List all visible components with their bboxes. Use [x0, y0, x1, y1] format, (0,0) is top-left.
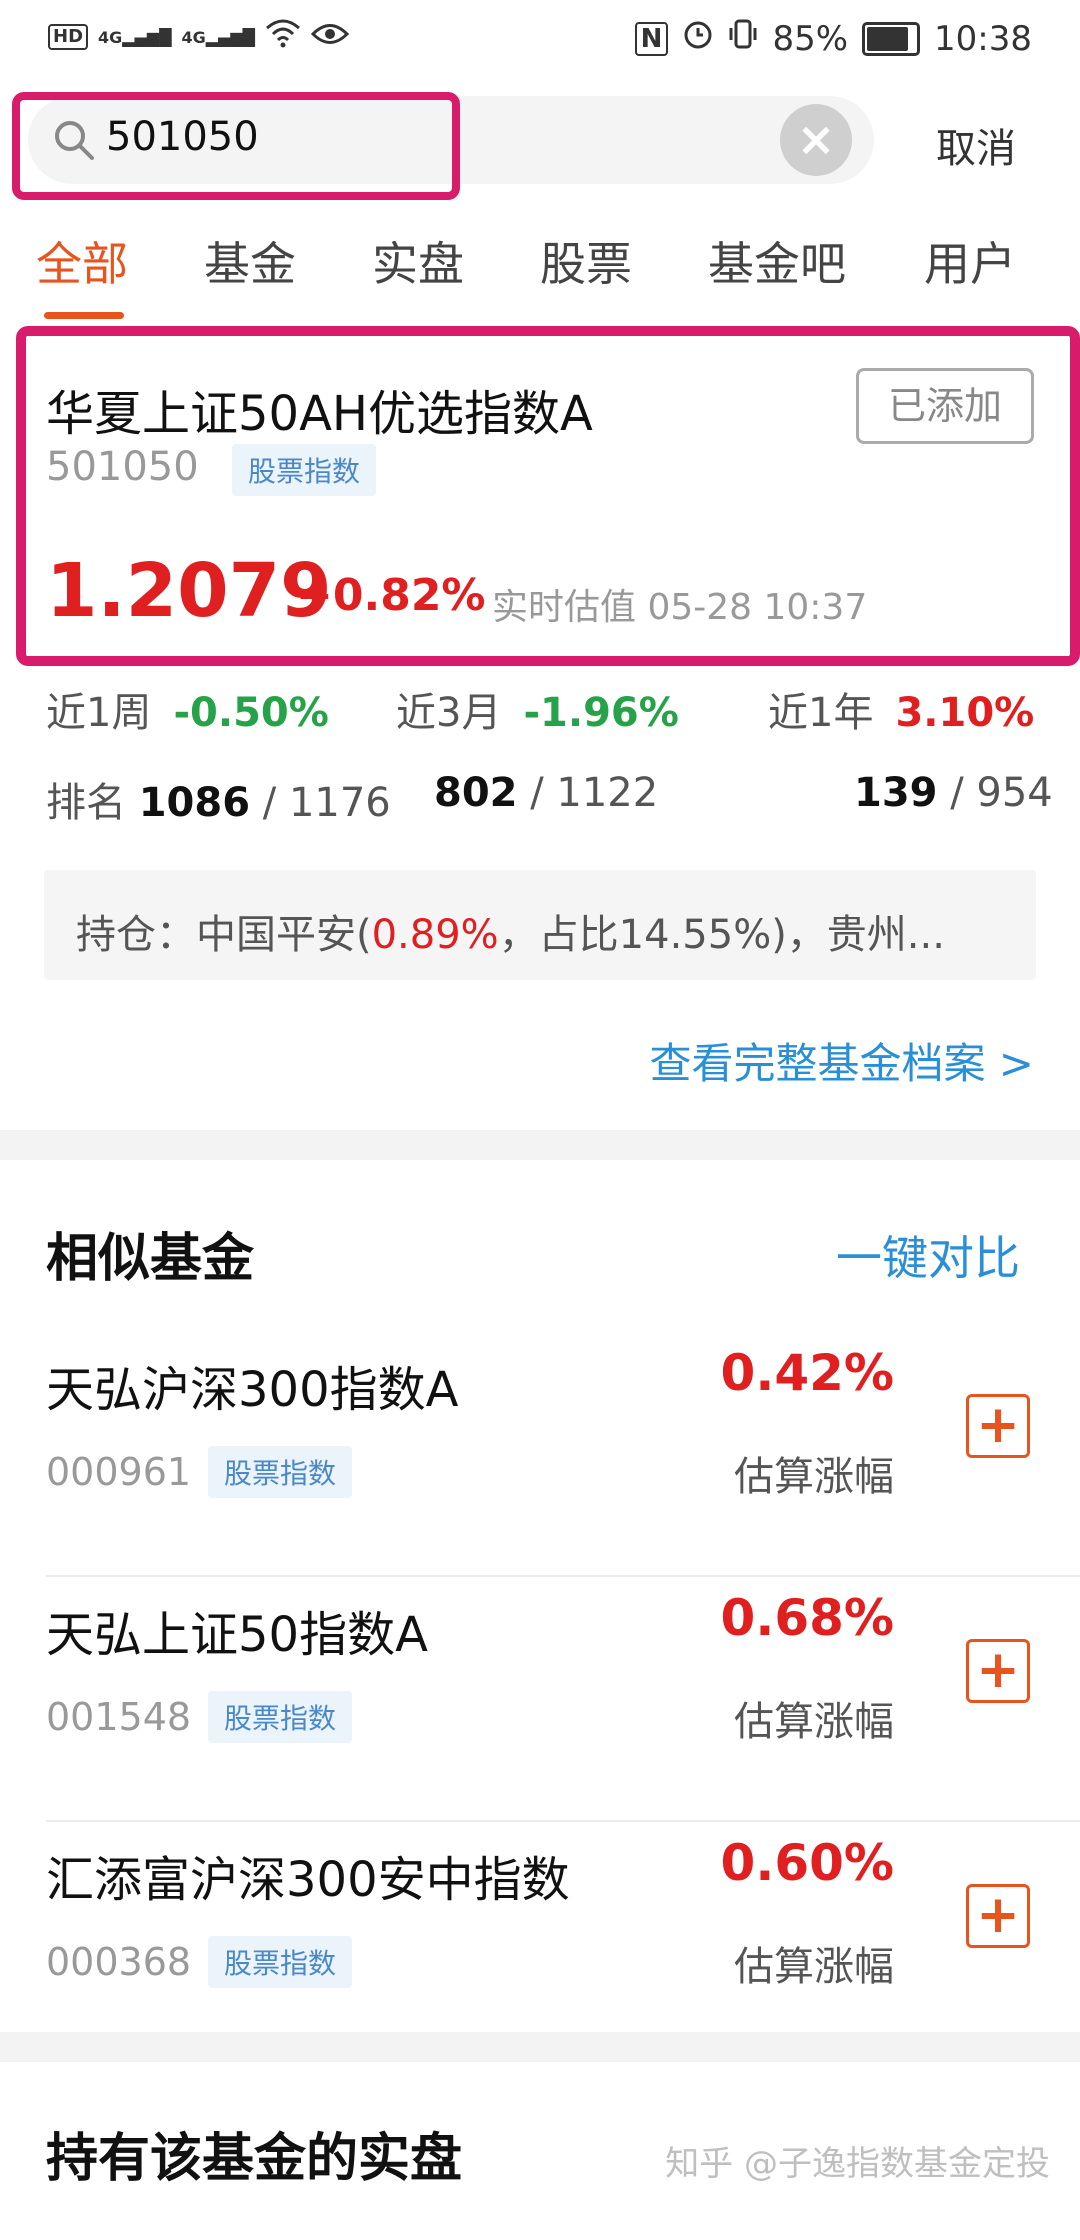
similar-fund-name[interactable]: 天弘沪深300指数A: [46, 1350, 458, 1420]
holdings-text: 持仓：中国平安(0.89%，占比14.55%)，贵州...: [76, 912, 945, 958]
similar-fund-code: 001548: [46, 1695, 192, 1739]
similar-fund-tag: 股票指数: [208, 1446, 353, 1498]
fund-highlight-box: [16, 326, 1080, 666]
section-divider: [0, 2032, 1080, 2062]
similar-fund-code: 000961: [46, 1450, 192, 1494]
section-divider: [0, 1130, 1080, 1160]
holders-section-title: 持有该基金的实盘: [46, 2129, 463, 2189]
add-fund-button[interactable]: +: [966, 1884, 1030, 1948]
search-highlight-box: [12, 92, 460, 200]
vibrate-icon: [728, 18, 758, 59]
hd-icon: HD: [48, 24, 89, 50]
signal-icon: 4G▂▄▆█: [98, 27, 172, 47]
tab-active-indicator: [44, 312, 124, 319]
tab-portfolio[interactable]: 实盘: [372, 228, 464, 294]
watermark: 知乎 @子逸指数基金定投: [665, 2144, 1050, 2184]
nfc-icon: N: [634, 21, 669, 56]
tab-stock[interactable]: 股票: [540, 228, 632, 294]
battery-icon: [862, 21, 921, 56]
similar-fund-tag: 股票指数: [208, 1691, 353, 1743]
cancel-button[interactable]: 取消: [936, 116, 1016, 174]
eye-icon: [310, 20, 350, 55]
rank-3m: 802 / 1122: [434, 770, 659, 816]
battery-percent: 85%: [772, 18, 849, 59]
compare-button[interactable]: 一键对比: [836, 1222, 1020, 1288]
clear-search-button[interactable]: ×: [780, 104, 852, 176]
status-right-icons: N 85% 10:38: [634, 18, 1032, 59]
perf-1y: 近1年 3.10%: [768, 690, 1035, 736]
tab-fund[interactable]: 基金: [204, 228, 296, 294]
tab-fund-forum[interactable]: 基金吧: [708, 228, 846, 294]
perf-1w: 近1周 -0.50%: [46, 690, 329, 736]
perf-3m: 近3月 -1.96%: [396, 690, 679, 736]
similar-fund-row[interactable]: 汇添富沪深300安中指数 000368 股票指数 0.60% 估算涨幅 +: [0, 1822, 1080, 2067]
rank-1w: 排名 1086 / 1176: [46, 780, 391, 826]
add-fund-button[interactable]: +: [966, 1639, 1030, 1703]
clock: 10:38: [934, 18, 1032, 59]
status-bar: HD 4G▂▄▆█ 4G▂▄▆█ N 85% 10:38: [0, 0, 1080, 80]
view-full-profile-link[interactable]: 查看完整基金档案 >: [649, 1030, 1034, 1091]
similar-fund-rate-label: 估算涨幅: [734, 1944, 894, 1990]
similar-fund-rate-label: 估算涨幅: [734, 1454, 894, 1500]
category-tabs: 全部 基金 实盘 股票 基金吧 用户: [0, 228, 1080, 320]
similar-fund-code: 000368: [46, 1940, 192, 1984]
wifi-icon: [265, 18, 301, 56]
similar-fund-name[interactable]: 汇添富沪深300安中指数: [46, 1840, 570, 1910]
tab-all[interactable]: 全部: [36, 228, 128, 294]
alarm-icon: [682, 18, 714, 59]
similar-fund-rate: 0.42%: [720, 1344, 894, 1402]
similar-fund-row[interactable]: 天弘沪深300指数A 000961 股票指数 0.42% 估算涨幅 +: [0, 1332, 1080, 1577]
signal-icon-2: 4G▂▄▆█: [181, 27, 255, 47]
similar-fund-rate: 0.60%: [720, 1834, 894, 1892]
similar-funds-title: 相似基金: [46, 1229, 255, 1289]
similar-fund-tag: 股票指数: [208, 1936, 353, 1988]
similar-fund-rate: 0.68%: [720, 1589, 894, 1647]
add-fund-button[interactable]: +: [966, 1394, 1030, 1458]
similar-fund-name[interactable]: 天弘上证50指数A: [46, 1595, 428, 1665]
status-left-icons: HD 4G▂▄▆█ 4G▂▄▆█: [48, 18, 350, 56]
rank-1y: 139 / 954: [854, 770, 1053, 816]
similar-fund-rate-label: 估算涨幅: [734, 1699, 894, 1745]
similar-fund-row[interactable]: 天弘上证50指数A 001548 股票指数 0.68% 估算涨幅 +: [0, 1577, 1080, 1822]
tab-user[interactable]: 用户: [924, 228, 1016, 294]
